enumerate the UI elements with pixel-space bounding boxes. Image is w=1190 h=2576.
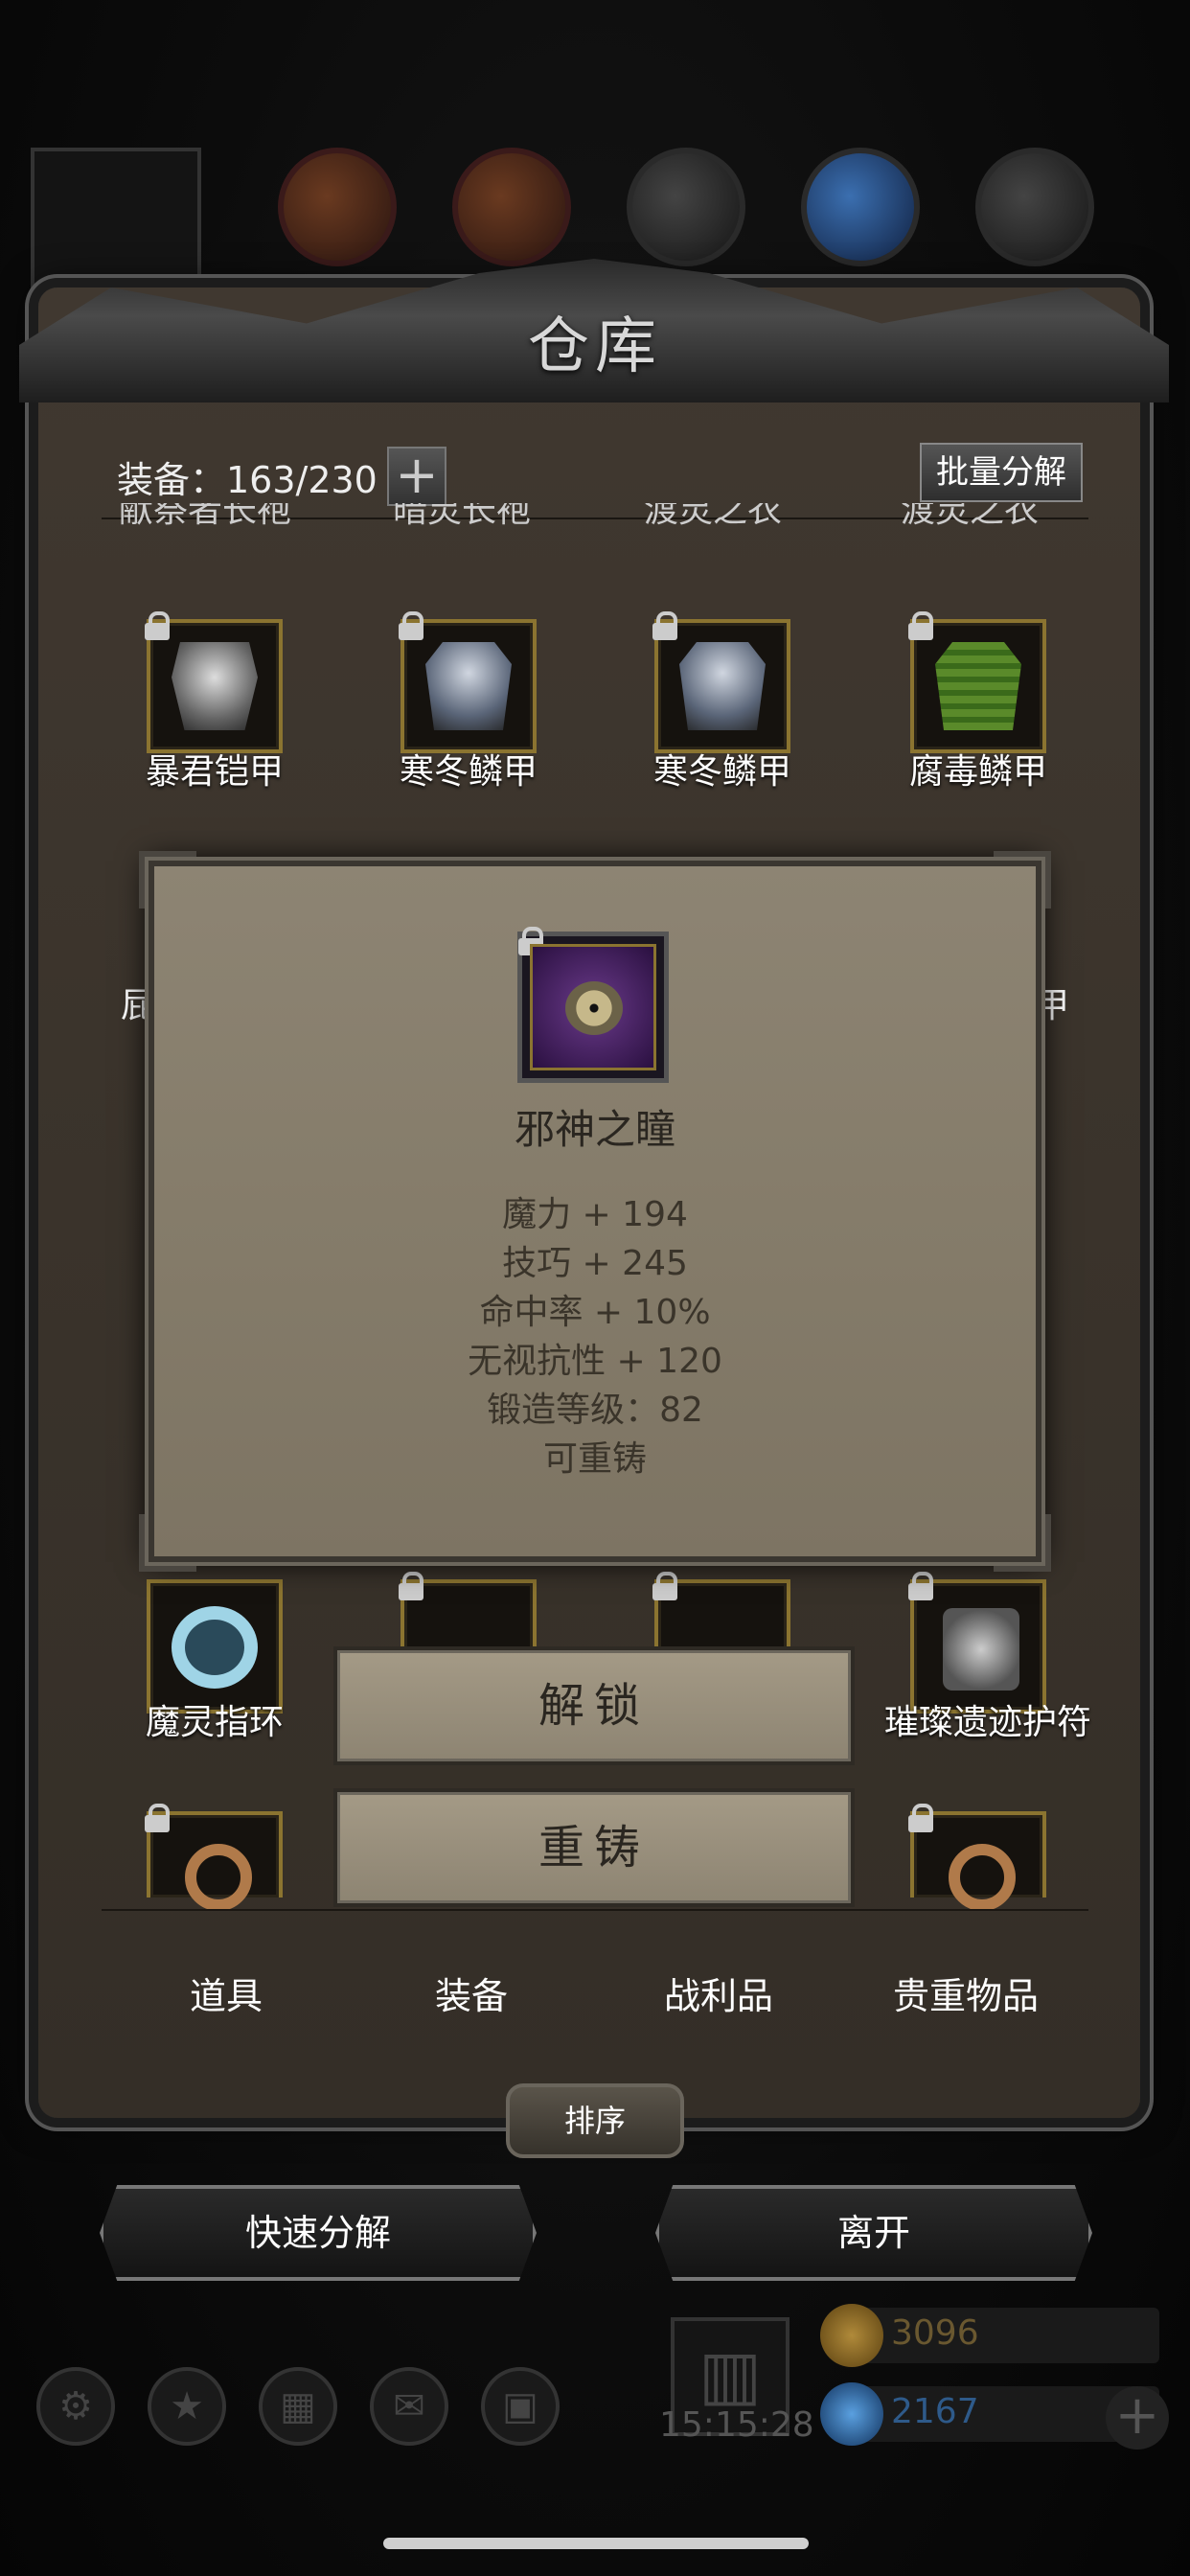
- settings-icon[interactable]: ⚙: [36, 2367, 115, 2446]
- achievement-icon[interactable]: ★: [148, 2367, 226, 2446]
- amulet-icon: [943, 1608, 1019, 1690]
- armor-icon: [172, 642, 258, 730]
- popup-corner: [994, 851, 1051, 908]
- reforge-button[interactable]: 重铸: [333, 1788, 855, 1907]
- popup-corner: [139, 1514, 196, 1572]
- gold-amount: 3096: [891, 2313, 979, 2353]
- sort-button[interactable]: 排序: [506, 2083, 684, 2158]
- cut-item-label: 渡灵之衣: [901, 503, 1040, 526]
- armor-icon: [679, 642, 766, 730]
- popup-item-name: 邪神之瞳: [514, 1106, 675, 1153]
- batch-decompose-button[interactable]: 批量分解: [920, 443, 1083, 502]
- tab-valuables[interactable]: 贵重物品: [870, 1966, 1062, 2019]
- item-label: 寒冬鳞甲: [652, 752, 791, 792]
- add-currency-button[interactable]: +: [1106, 2386, 1169, 2450]
- wood-resource-icon: [278, 148, 397, 266]
- item-label: 寒冬鳞甲: [399, 752, 538, 792]
- popup-corner: [994, 1514, 1051, 1572]
- item-slot-bronze-ring-1[interactable]: [145, 1804, 283, 1911]
- stat-line: 锻造等级：82: [487, 1391, 703, 1430]
- item-label: 暴君铠甲: [145, 752, 284, 792]
- unlock-button[interactable]: 解锁: [333, 1646, 855, 1765]
- clock-time: 15:15:28: [659, 2405, 814, 2445]
- cut-item-label: 暗灵长袍: [393, 503, 532, 526]
- armor-icon: [425, 642, 512, 730]
- item-slot-winter-scale-2[interactable]: [652, 611, 790, 753]
- ring-icon: [172, 1606, 258, 1689]
- item-frame: [530, 944, 656, 1070]
- stat-line: 可重铸: [542, 1439, 647, 1479]
- crystal-resource-icon: [801, 148, 920, 266]
- item-slot-tyrant-armor[interactable]: [145, 611, 283, 753]
- iron-resource-icon: [975, 148, 1094, 266]
- lock-icon: [652, 611, 677, 640]
- cart-icon[interactable]: ▣: [481, 2367, 560, 2446]
- cut-item-label: 献祭者长袍: [119, 503, 292, 526]
- popup-corner: [139, 851, 196, 908]
- gem-icon: [820, 2382, 883, 2446]
- tab-equipment[interactable]: 装备: [376, 1966, 567, 2019]
- item-label: 魔灵指环: [145, 1703, 284, 1742]
- item-label: 璀璨遗迹护符: [883, 1703, 1091, 1742]
- tab-loot[interactable]: 战利品: [623, 1966, 814, 2019]
- stat-line: 魔力 + 194: [502, 1195, 688, 1234]
- lock-icon: [908, 1804, 933, 1832]
- mail-icon[interactable]: ✉: [370, 2367, 448, 2446]
- equip-count: 装备：163/230: [117, 459, 378, 501]
- shop-icon[interactable]: ▦: [259, 2367, 337, 2446]
- item-slot-bronze-ring-2[interactable]: [908, 1804, 1046, 1911]
- armor-icon: [935, 642, 1021, 730]
- cut-item-label: 渡灵之衣: [644, 503, 783, 526]
- tab-divider: [102, 1909, 1088, 1911]
- stat-line: 技巧 + 245: [502, 1244, 688, 1283]
- stat-line: 无视抗性 + 120: [468, 1342, 722, 1381]
- gold-coin-icon: [820, 2304, 883, 2367]
- lock-icon: [908, 1572, 933, 1600]
- page-title: 仓库: [528, 311, 662, 382]
- ring-icon: [185, 1844, 252, 1911]
- ring-icon: [949, 1844, 1016, 1911]
- lock-icon: [908, 611, 933, 640]
- lock-icon: [145, 1804, 170, 1832]
- evil-eye-icon: [565, 981, 623, 1035]
- item-slot-winter-scale-1[interactable]: [399, 611, 537, 753]
- lock-icon: [399, 611, 423, 640]
- lock-icon: [399, 1572, 423, 1600]
- leave-button[interactable]: 离开: [655, 2185, 1092, 2281]
- expand-capacity-button[interactable]: +: [387, 447, 446, 506]
- home-indicator[interactable]: [383, 2538, 809, 2549]
- stat-line: 命中率 + 10%: [479, 1293, 711, 1332]
- tab-items[interactable]: 道具: [130, 1966, 322, 2019]
- gem-amount: 2167: [891, 2392, 979, 2431]
- quick-decompose-button[interactable]: 快速分解: [100, 2185, 537, 2281]
- stone-resource-icon: [627, 148, 745, 266]
- item-slot-demon-ring[interactable]: [147, 1579, 283, 1714]
- popup-item-slot: [517, 927, 669, 1083]
- lock-icon: [652, 1572, 677, 1600]
- item-label: 腐毒鳞甲: [908, 752, 1047, 792]
- item-slot-venom-scale[interactable]: [908, 611, 1046, 753]
- lock-icon: [145, 611, 170, 640]
- plank-resource-icon: [452, 148, 571, 266]
- item-slot-ruin-amulet[interactable]: [908, 1572, 1046, 1714]
